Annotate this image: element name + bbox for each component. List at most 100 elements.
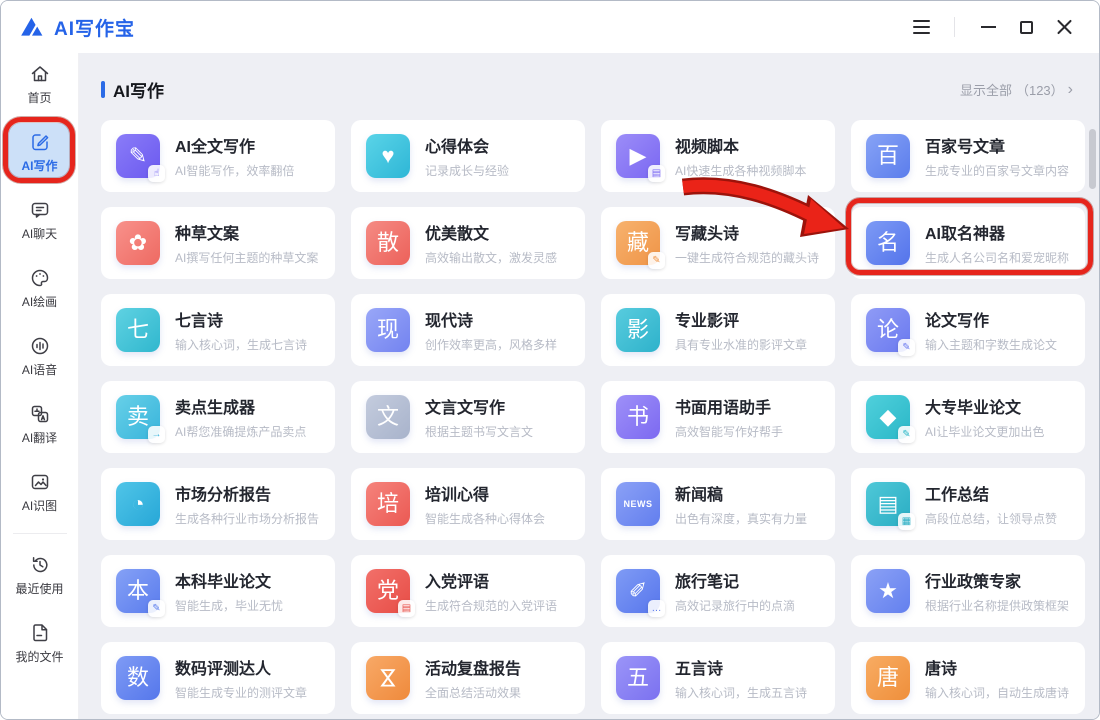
minimize-icon[interactable] [969,10,1007,44]
scrollbar-thumb[interactable] [1089,129,1096,189]
tool-card-subtitle: 高效智能写作好帮手 [675,423,783,440]
tool-card-15[interactable]: ◆✎大专毕业论文AI让毕业论文更加出色 [851,381,1085,453]
tool-card-subtitle: 生成各种行业市场分析报告 [175,510,319,527]
tool-icon: ♥ [366,134,410,178]
tool-badge-icon: ☝ [148,165,165,182]
sidebar-item-label: 最近使用 [15,580,63,597]
app-logo-icon [19,14,45,40]
tool-card-7[interactable]: 名AI取名神器生成人名公司名和爱宠昵称 [851,207,1085,279]
close-icon[interactable] [1045,10,1083,44]
sidebar-item-6[interactable]: AI识图 [8,463,72,521]
sidebar-item-5[interactable]: AI翻译 [8,395,72,453]
tool-glyph: 五 [627,667,649,689]
tool-card-1[interactable]: ♥心得体会记录成长与经验 [351,120,585,192]
tool-icon: ▶▤ [616,134,660,178]
tool-card-0[interactable]: ✎☝AI全文写作AI智能写作，效率翻倍 [101,120,335,192]
sidebar-item-7[interactable]: 最近使用 [8,546,72,604]
section-heading: AI写作 [101,77,164,102]
tool-card-title: 种草文案 [175,220,318,244]
tool-badge-icon: ✎ [898,426,915,443]
tool-card-21[interactable]: 党▤ 入党评语生成符合规范的入党评语 [351,555,585,627]
tool-glyph: 培 [377,493,399,515]
tool-card-text: 卖点生成器AI帮您准确提炼产品卖点 [175,394,306,440]
translate-icon [29,403,51,425]
sidebar-divider [13,533,67,534]
tool-card-20[interactable]: 本✎本科毕业论文智能生成，毕业无忧 [101,555,335,627]
tool-card-subtitle: 智能生成各种心得体会 [425,510,545,527]
tool-card-24[interactable]: 数 数码评测达人智能生成专业的测评文章 [101,642,335,714]
tool-card-title: 卖点生成器 [175,394,306,418]
tool-glyph: 藏 [627,232,649,254]
tool-card-12[interactable]: 卖→卖点生成器AI帮您准确提炼产品卖点 [101,381,335,453]
controls-divider [954,17,955,37]
tool-card-grid: ✎☝AI全文写作AI智能写作，效率翻倍♥心得体会记录成长与经验▶▤视频脚本AI快… [101,120,1085,714]
tool-card-subtitle: 具有专业水准的影评文章 [675,336,807,353]
tool-card-17[interactable]: 培培训心得智能生成各种心得体会 [351,468,585,540]
tool-card-27[interactable]: 唐唐诗输入核心词，自动生成唐诗 [851,642,1085,714]
sidebar-item-4[interactable]: AI语音 [8,327,72,385]
sidebar-item-label: 首页 [27,89,51,106]
sidebar-item-0[interactable]: 首页 [8,55,72,113]
tool-card-9[interactable]: 现现代诗创作效率更高，风格多样 [351,294,585,366]
tool-card-22[interactable]: ✐…旅行笔记高效记录旅行中的点滴 [601,555,835,627]
tool-card-text: AI全文写作AI智能写作，效率翻倍 [175,133,294,179]
tool-icon: 藏✎ [616,221,660,265]
tool-card-title: 七言诗 [175,307,307,331]
tool-card-19[interactable]: ▤▦工作总结高段位总结，让领导点赞 [851,468,1085,540]
maximize-icon[interactable] [1007,10,1045,44]
tool-card-text: 大专毕业论文AI让毕业论文更加出色 [925,394,1044,440]
tool-card-text: 书面用语助手高效智能写作好帮手 [675,394,783,440]
tool-card-8[interactable]: 七七言诗输入核心词，生成七言诗 [101,294,335,366]
tool-glyph: 数 [127,667,149,689]
tool-card-25[interactable]: ⋈活动复盘报告全面总结活动效果 [351,642,585,714]
tool-badge-icon: ▤ [648,165,665,182]
tool-card-text: 市场分析报告生成各种行业市场分析报告 [175,481,319,527]
show-all-label: 显示全部 [960,80,1012,99]
tool-card-title: 数码评测达人 [175,655,307,679]
tool-card-text: 优美散文高效输出散文，激发灵感 [425,220,557,266]
tool-card-6[interactable]: 藏✎写藏头诗一键生成符合规范的藏头诗 [601,207,835,279]
tool-icon: ★ [866,569,910,613]
tool-card-4[interactable]: ✿种草文案AI撰写任何主题的种草文案 [101,207,335,279]
tool-icon: 党▤ [366,569,410,613]
tool-icon: 五 [616,656,660,700]
tool-card-10[interactable]: 影专业影评具有专业水准的影评文章 [601,294,835,366]
sidebar-item-2[interactable]: AI聊天 [8,191,72,249]
tool-card-text: 文言文写作根据主题书写文言文 [425,394,533,440]
sidebar-item-1[interactable]: AI写作 [8,123,72,181]
tool-glyph: ▤ [878,493,899,515]
sidebar-item-8[interactable]: 我的文件 [8,614,72,672]
tool-card-title: 心得体会 [425,133,509,157]
tool-card-title: 文言文写作 [425,394,533,418]
show-all-button[interactable]: 显示全部 （123） › [960,80,1073,99]
tool-card-18[interactable]: NEWS新闻稿出色有深度，真实有力量 [601,468,835,540]
tool-card-text: 本科毕业论文智能生成，毕业无忧 [175,568,283,614]
tool-card-subtitle: 全面总结活动效果 [425,684,521,701]
tool-card-title: 视频脚本 [675,133,806,157]
tool-card-3[interactable]: 百百家号文章生成专业的百家号文章内容 [851,120,1085,192]
menu-icon[interactable] [902,10,940,44]
tool-card-2[interactable]: ▶▤ 视频脚本 AI快速生成各种视频脚本 [601,120,835,192]
tool-card-16[interactable]: ◔市场分析报告生成各种行业市场分析报告 [101,468,335,540]
app-title: AI写作宝 [54,14,135,41]
tool-card-title: 五言诗 [675,655,807,679]
app-brand: AI写作宝 [19,14,135,41]
tool-card-title: 旅行笔记 [675,568,795,592]
tool-card-subtitle: 输入主题和字数生成论文 [925,336,1057,353]
sidebar-item-3[interactable]: AI绘画 [8,259,72,317]
tool-card-23[interactable]: ★行业政策专家根据行业名称提供政策框架 [851,555,1085,627]
tool-glyph: 党 [377,580,399,602]
tool-badge-icon: → [148,426,165,443]
tool-card-subtitle: 根据主题书写文言文 [425,423,533,440]
tool-badge-icon: ▦ [898,513,915,530]
tool-card-text: 入党评语生成符合规范的入党评语 [425,568,557,614]
tool-glyph: 百 [877,145,899,167]
tool-card-26[interactable]: 五五言诗输入核心词，生成五言诗 [601,642,835,714]
tool-card-text: 数码评测达人智能生成专业的测评文章 [175,655,307,701]
tool-card-5[interactable]: 散优美散文高效输出散文，激发灵感 [351,207,585,279]
tool-card-14[interactable]: 书书面用语助手高效智能写作好帮手 [601,381,835,453]
tool-card-subtitle: AI快速生成各种视频脚本 [675,162,806,179]
tool-badge-icon: ✎ [898,339,915,356]
tool-card-11[interactable]: 论✎论文写作输入主题和字数生成论文 [851,294,1085,366]
tool-card-13[interactable]: 文文言文写作根据主题书写文言文 [351,381,585,453]
